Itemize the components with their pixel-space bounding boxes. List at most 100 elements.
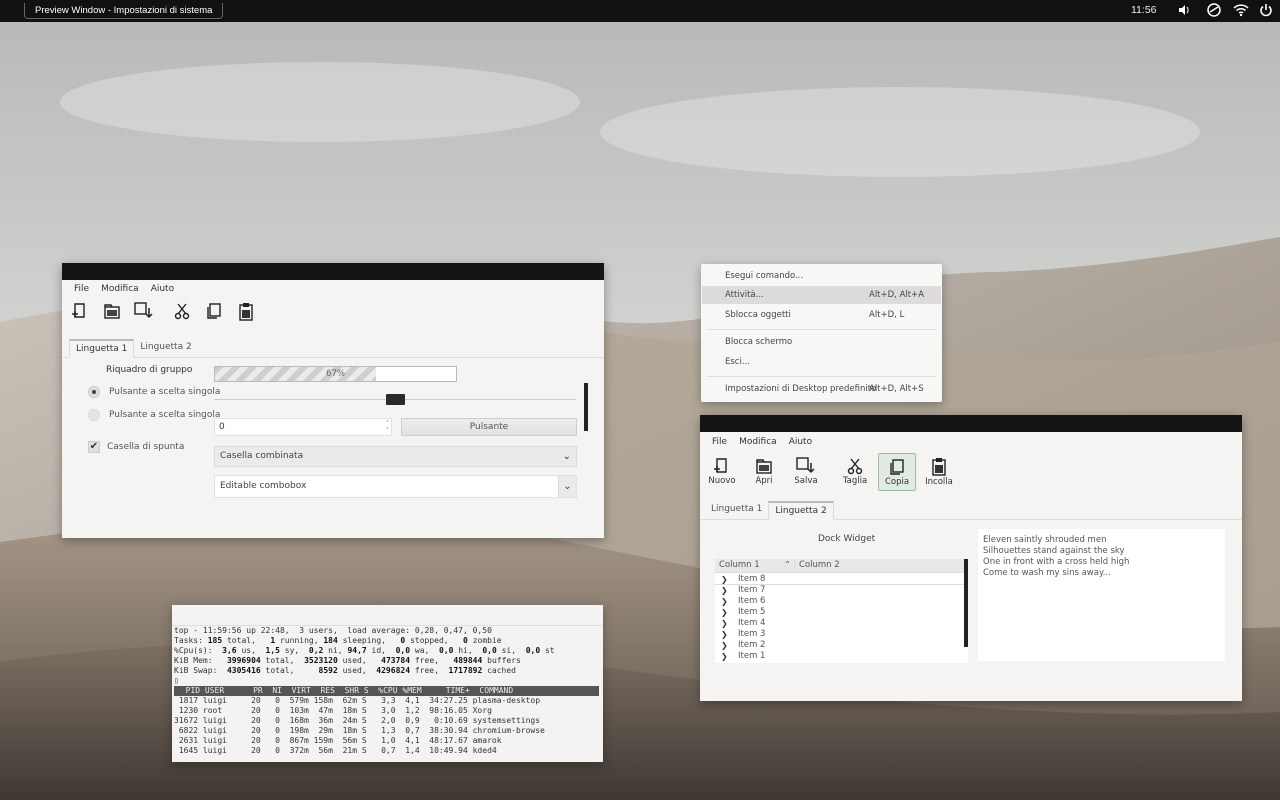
radio-button-2[interactable]	[88, 409, 100, 421]
paste-button[interactable]	[235, 302, 257, 322]
menu-item-lock-screen[interactable]: Blocca schermo	[702, 333, 941, 351]
dock-widget-title: Dock Widget	[818, 534, 876, 544]
menu-item-unlock-widgets[interactable]: Sblocca oggetti Alt+D, L	[702, 306, 941, 324]
cut-button[interactable]: Taglia	[840, 453, 870, 491]
tree-item[interactable]: ❯ Item 3	[715, 629, 968, 640]
tree-item[interactable]: ❯ Item 6	[715, 596, 968, 607]
tree-item-label: Item 4	[738, 618, 766, 628]
tree-item[interactable]: ❯ Item 2	[715, 640, 968, 651]
open-button[interactable]	[101, 302, 123, 320]
expand-arrow-icon[interactable]: ❯	[721, 640, 728, 651]
menu-item-shortcut: Alt+D, Alt+A	[869, 290, 925, 300]
process-row: 2631 luigi 20 0 867m 159m 56m S 1,0 4,1 …	[174, 736, 502, 745]
swap-line: KiB Swap: 4305416 total, 8592 used, 4296…	[172, 666, 603, 676]
push-button[interactable]: Pulsante	[401, 418, 577, 436]
copy-button[interactable]	[203, 302, 225, 320]
expand-arrow-icon[interactable]: ❯	[721, 596, 728, 607]
tasks-total: 185	[207, 636, 223, 645]
menu-item-desktop-settings[interactable]: Impostazioni di Desktop predefinito Alt+D…	[702, 380, 941, 398]
chevron-down-icon[interactable]: ⌄	[558, 476, 576, 497]
cut-icon	[174, 303, 190, 320]
column-header-2[interactable]: Column 2	[795, 559, 840, 572]
toolbar	[62, 298, 604, 328]
expand-arrow-icon[interactable]: ❯	[721, 585, 728, 596]
window-titlebar[interactable]	[700, 415, 1242, 432]
new-button[interactable]	[69, 302, 91, 320]
tree-item[interactable]: ❯ Item 7	[715, 585, 968, 596]
cpu-wa-l: wa,	[410, 646, 439, 655]
tree-item[interactable]: ❯ Item 8	[715, 574, 968, 585]
new-button[interactable]: Nuovo	[707, 453, 737, 491]
scrollbar-handle[interactable]	[964, 559, 968, 647]
menu-item-label: Blocca schermo	[725, 337, 793, 347]
process-row: 6822 luigi 20 0 198m 29m 18m S 1,3 0,7 3…	[174, 726, 545, 735]
expand-arrow-icon[interactable]: ❯	[721, 574, 728, 585]
save-button[interactable]	[133, 302, 155, 320]
menu-item-label: Attività...	[725, 290, 764, 300]
swap-used: 8592	[318, 666, 338, 675]
tree-item[interactable]: ❯ Item 5	[715, 607, 968, 618]
tree-item-label: Item 7	[738, 585, 766, 595]
expand-arrow-icon[interactable]: ❯	[721, 629, 728, 640]
menu-edit[interactable]: Modifica	[733, 437, 783, 447]
widget-preview-window-2: File Modifica Aiuto Nuovo Apri Salva Tag…	[700, 415, 1242, 701]
radio-button-1[interactable]	[88, 386, 100, 398]
menu-help[interactable]: Aiuto	[145, 284, 180, 294]
menu-help[interactable]: Aiuto	[783, 437, 818, 447]
mem-u: used,	[337, 656, 382, 665]
tree-item[interactable]: ❯ Item 1	[715, 651, 968, 661]
menu-item-leave[interactable]: Esci...	[702, 353, 941, 371]
new-label: Nuovo	[708, 476, 736, 486]
tasks-z: zombie	[467, 636, 502, 645]
tree-item-label: Item 3	[738, 629, 766, 639]
power-icon[interactable]	[1258, 3, 1274, 19]
sort-up-icon: ⌃	[783, 560, 791, 570]
cut-button[interactable]	[171, 302, 193, 320]
terminal-titlebar[interactable]	[172, 605, 603, 626]
terminal-cursor[interactable]: ▯	[172, 676, 603, 686]
column-header-label: Column 1	[719, 560, 760, 570]
expand-arrow-icon[interactable]: ❯	[721, 618, 728, 629]
checkbox[interactable]: ✔	[88, 441, 100, 453]
expand-arrow-icon[interactable]: ❯	[721, 607, 728, 618]
active-window-title[interactable]: Preview Window - Impostazioni di sistema	[24, 3, 224, 19]
spinbox[interactable]: 0 ˄ ˅	[214, 418, 392, 436]
expand-arrow-icon[interactable]: ❯	[721, 651, 728, 661]
wifi-icon[interactable]	[1233, 3, 1249, 19]
swap-label: KiB Swap:	[174, 666, 227, 675]
paste-button[interactable]: Incolla	[922, 453, 956, 491]
network-manager-icon[interactable]	[1206, 3, 1222, 19]
clock[interactable]: 11:56	[1131, 4, 1157, 16]
tree-header: Column 1 ⌃ Column 2	[715, 559, 968, 573]
swap-cached: 1717892	[448, 666, 483, 675]
menu-file[interactable]: File	[706, 437, 733, 447]
process-row: 1817 luigi 20 0 579m 158m 62m S 3,3 4,1 …	[174, 696, 541, 705]
open-label: Apri	[755, 476, 773, 486]
tab-linguetta-1[interactable]: Linguetta 1	[69, 339, 135, 358]
tree-item[interactable]: ❯ Item 4	[715, 618, 968, 629]
column-header-1[interactable]: Column 1 ⌃	[715, 559, 795, 572]
menu-edit[interactable]: Modifica	[95, 284, 145, 294]
copy-button[interactable]: Copia	[878, 453, 916, 491]
tree-view: Column 1 ⌃ Column 2 ❯ Item 8 ❯ Item 7 ❯ Item 6…	[715, 559, 968, 663]
combobox[interactable]: Casella combinata ⌄	[214, 446, 577, 467]
scrollbar-handle[interactable]	[584, 383, 588, 431]
spinbox-arrows[interactable]: ˄ ˅	[386, 420, 389, 434]
save-button[interactable]: Salva	[791, 453, 821, 491]
process-table-header: PID USER PR NI VIRT RES SHR S %CPU %MEM …	[174, 686, 599, 696]
menu-item-run-command[interactable]: Esegui comando...	[702, 267, 941, 285]
volume-icon[interactable]	[1176, 3, 1192, 19]
tab-linguetta-2[interactable]: Linguetta 2	[134, 339, 197, 357]
cpu-hi-l: hi,	[453, 646, 483, 655]
menu-file[interactable]: File	[68, 284, 95, 294]
menu-item-activities[interactable]: Attività... Alt+D, Alt+A	[702, 286, 941, 304]
open-button[interactable]: Apri	[749, 453, 779, 491]
editable-combobox[interactable]: Editable combobox ⌄	[214, 475, 577, 498]
tab-bar: Linguetta 1 Linguetta 2	[62, 339, 604, 358]
slider-handle[interactable]	[385, 394, 405, 405]
text-edit[interactable]: Eleven saintly shrouded men Silhouettes …	[978, 529, 1225, 661]
tab-linguetta-1[interactable]: Linguetta 1	[705, 501, 768, 519]
tree-item-label: Item 2	[738, 640, 766, 650]
tab-linguetta-2[interactable]: Linguetta 2	[768, 501, 834, 520]
window-titlebar[interactable]	[62, 263, 604, 280]
